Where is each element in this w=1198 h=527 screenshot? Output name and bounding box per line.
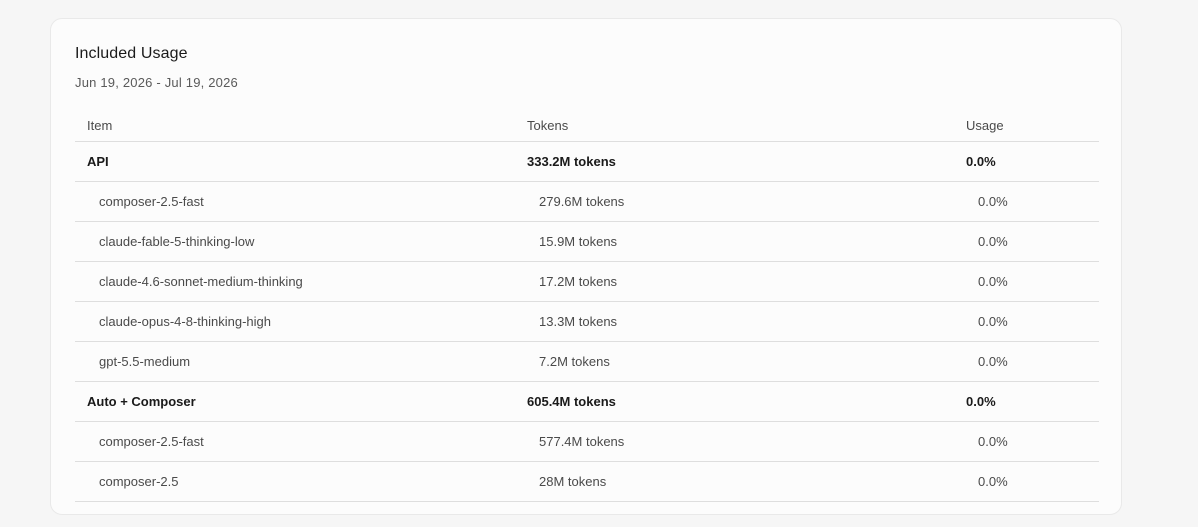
model-tokens: 28M tokens: [527, 461, 966, 502]
model-usage: 0.0%: [966, 421, 1099, 462]
group-row-auto-composer: Auto + Composer 605.4M tokens 0.0%: [75, 381, 1099, 422]
group-tokens: 333.2M tokens: [527, 141, 966, 182]
usage-table: Item Tokens Usage API 333.2M tokens 0.0%…: [75, 109, 1099, 502]
table-header-row: Item Tokens Usage: [75, 109, 1099, 142]
model-name: claude-fable-5-thinking-low: [75, 221, 527, 262]
table-row: claude-4.6-sonnet-medium-thinking 17.2M …: [75, 261, 1099, 302]
model-usage: 0.0%: [966, 301, 1099, 342]
model-tokens: 17.2M tokens: [527, 261, 966, 302]
table-row: claude-fable-5-thinking-low 15.9M tokens…: [75, 221, 1099, 262]
model-name: composer-2.5-fast: [75, 421, 527, 462]
model-name: composer-2.5-fast: [75, 181, 527, 222]
model-tokens: 15.9M tokens: [527, 221, 966, 262]
column-header-usage: Usage: [966, 109, 1099, 142]
column-header-tokens: Tokens: [527, 109, 966, 142]
model-usage: 0.0%: [966, 341, 1099, 382]
group-tokens: 605.4M tokens: [527, 381, 966, 422]
table-row: composer-2.5-fast 279.6M tokens 0.0%: [75, 181, 1099, 222]
model-name: composer-2.5: [75, 461, 527, 502]
model-tokens: 279.6M tokens: [527, 181, 966, 222]
group-row-api: API 333.2M tokens 0.0%: [75, 141, 1099, 182]
model-usage: 0.0%: [966, 181, 1099, 222]
group-usage: 0.0%: [966, 381, 1099, 422]
group-name: Auto + Composer: [75, 381, 527, 422]
table-row: gpt-5.5-medium 7.2M tokens 0.0%: [75, 341, 1099, 382]
model-tokens: 577.4M tokens: [527, 421, 966, 462]
model-name: claude-4.6-sonnet-medium-thinking: [75, 261, 527, 302]
column-header-item: Item: [75, 109, 527, 142]
model-usage: 0.0%: [966, 261, 1099, 302]
model-name: gpt-5.5-medium: [75, 341, 527, 382]
table-row: composer-2.5 28M tokens 0.0%: [75, 461, 1099, 502]
model-usage: 0.0%: [966, 221, 1099, 262]
model-tokens: 7.2M tokens: [527, 341, 966, 382]
date-range: Jun 19, 2026 - Jul 19, 2026: [75, 75, 238, 90]
card-title: Included Usage: [75, 45, 188, 62]
table-row: claude-opus-4-8-thinking-high 13.3M toke…: [75, 301, 1099, 342]
model-tokens: 13.3M tokens: [527, 301, 966, 342]
included-usage-card: Included Usage Jun 19, 2026 - Jul 19, 20…: [50, 18, 1122, 515]
group-usage: 0.0%: [966, 141, 1099, 182]
model-name: claude-opus-4-8-thinking-high: [75, 301, 527, 342]
group-name: API: [75, 141, 527, 182]
table-row: composer-2.5-fast 577.4M tokens 0.0%: [75, 421, 1099, 462]
model-usage: 0.0%: [966, 461, 1099, 502]
